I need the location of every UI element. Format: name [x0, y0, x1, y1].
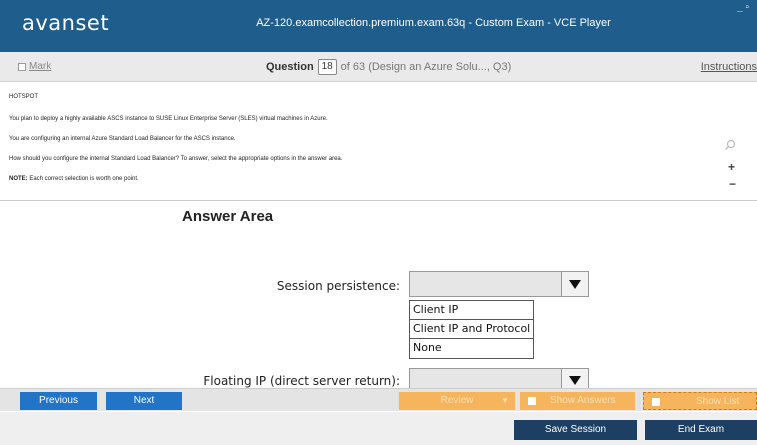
question-line-2: You are configuring an internal Azure St… — [9, 136, 236, 142]
mark-checkbox[interactable]: Mark — [18, 61, 51, 72]
option-client-ip[interactable]: Client IP — [410, 301, 533, 320]
option-client-ip-and-protocol[interactable]: Client IP and Protocol — [410, 320, 533, 339]
question-note: NOTE: Each correct selection is worth on… — [9, 176, 139, 182]
checkbox-icon[interactable] — [652, 398, 660, 406]
instructions-link[interactable]: Instructions — [701, 61, 757, 73]
question-line-1: You plan to deploy a highly available AS… — [9, 116, 328, 122]
mark-label[interactable]: Mark — [29, 61, 51, 72]
show-answers-button[interactable]: Show Answers — [520, 392, 635, 410]
navigation-bar: Previous Next Review ▼ Show Answers Show… — [0, 388, 757, 411]
session-persistence-options: Client IP Client IP and Protocol None — [409, 300, 534, 359]
dropdown-arrow-button[interactable] — [561, 369, 588, 388]
question-of-text: of 63 (Design an Azure Solu..., Q3) — [340, 61, 512, 73]
review-label: Review — [440, 395, 474, 406]
review-button[interactable]: Review ▼ — [399, 392, 515, 410]
question-label: Question — [266, 61, 314, 73]
floating-ip-dropdown[interactable] — [409, 368, 589, 388]
question-heading: HOTSPOT — [9, 94, 39, 100]
session-persistence-dropdown[interactable] — [409, 271, 589, 297]
save-session-button[interactable]: Save Session — [514, 420, 637, 440]
triangle-down-icon — [569, 376, 581, 385]
footer-bar: Save Session End Exam — [0, 412, 757, 445]
triangle-down-icon — [569, 280, 581, 289]
show-list-label: Show List — [696, 396, 740, 407]
question-bar: Mark Question 18 of 63 (Design an Azure … — [0, 52, 757, 82]
question-line-3: How should you configure the internal St… — [9, 156, 343, 162]
zoom-out-button[interactable]: − — [729, 177, 736, 191]
question-text-panel: HOTSPOT You plan to deploy a highly avai… — [0, 84, 757, 201]
search-icon[interactable] — [724, 139, 736, 151]
show-answers-label: Show Answers — [550, 395, 616, 406]
window-controls[interactable]: _ ▫ — [737, 2, 749, 13]
note-label: NOTE: — [9, 176, 28, 182]
checkbox-icon[interactable] — [528, 397, 536, 405]
zoom-in-button[interactable]: + — [728, 160, 735, 174]
window-title: AZ-120.examcollection.premium.exam.63q -… — [256, 17, 611, 29]
option-none[interactable]: None — [410, 339, 533, 358]
question-number-field[interactable]: 18 — [317, 59, 337, 75]
floating-ip-label: Floating IP (direct server return): — [203, 374, 400, 388]
end-exam-button[interactable]: End Exam — [645, 420, 757, 440]
dropdown-arrow-button[interactable] — [561, 272, 588, 296]
session-persistence-label: Session persistence: — [276, 279, 400, 293]
previous-button[interactable]: Previous — [20, 392, 97, 410]
note-text: Each correct selection is worth one poin… — [27, 176, 139, 182]
question-info: Question 18 of 63 (Design an Azure Solu.… — [266, 59, 511, 75]
next-button[interactable]: Next — [106, 392, 182, 410]
answer-area-title: Answer Area — [182, 208, 274, 225]
title-bar: avanset AZ-120.examcollection.premium.ex… — [0, 0, 757, 52]
checkbox-icon[interactable] — [18, 62, 26, 71]
show-list-button[interactable]: Show List — [643, 392, 757, 410]
caret-down-icon: ▼ — [501, 396, 509, 405]
